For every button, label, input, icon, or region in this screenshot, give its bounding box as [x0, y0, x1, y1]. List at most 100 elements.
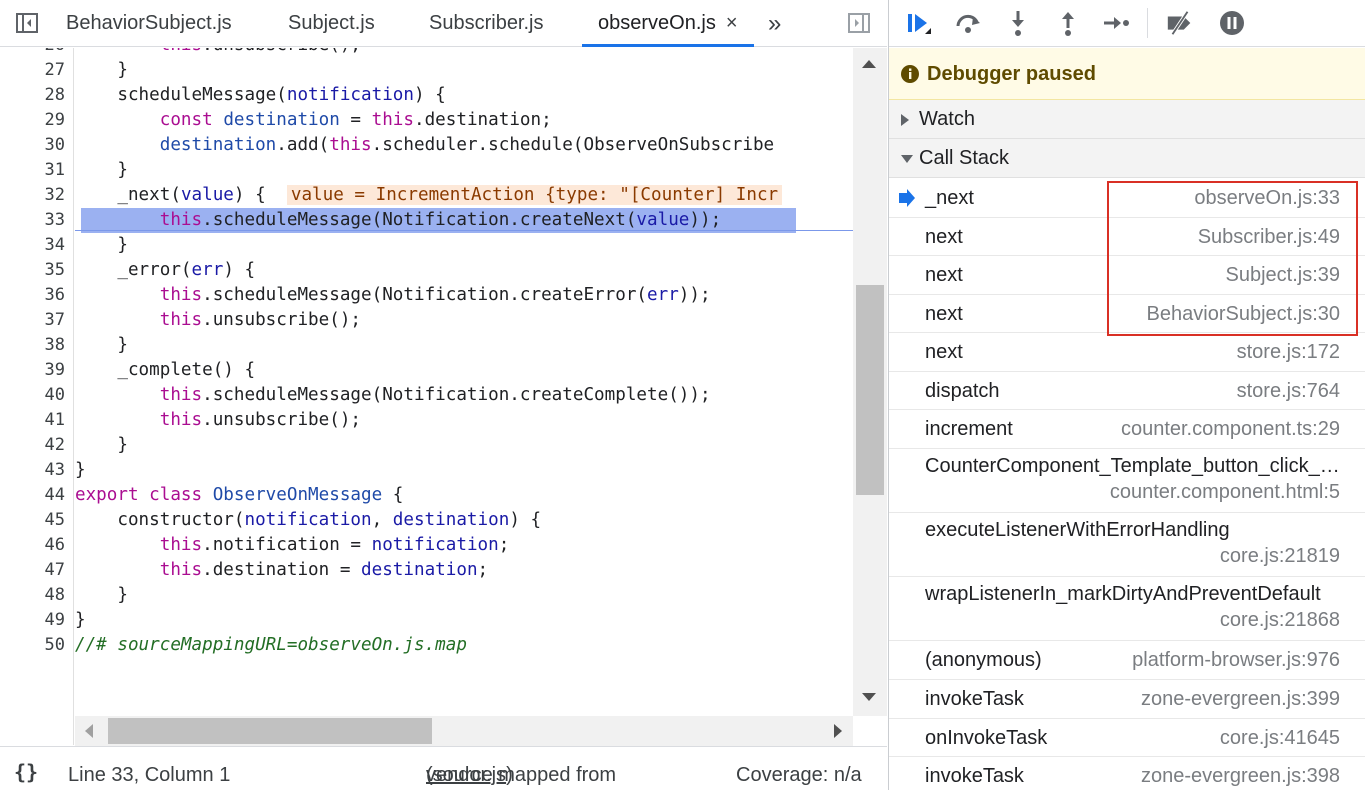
code-line: this.unsubscribe(); — [159, 410, 362, 430]
call-stack-frame[interactable]: CounterComponent_Template_button_click_…… — [889, 449, 1365, 513]
call-stack-frame[interactable]: increment counter.component.ts:29 — [889, 410, 1365, 449]
close-tab-icon[interactable]: × — [726, 12, 738, 34]
line-number[interactable]: 27 — [5, 58, 65, 83]
line-number[interactable]: 48 — [5, 583, 65, 608]
frame-function-name: increment — [925, 418, 1013, 440]
line-number[interactable]: 34 — [5, 233, 65, 258]
code-line: export class ObserveOnMessage { — [75, 485, 404, 505]
line-number[interactable]: 37 — [5, 308, 65, 333]
code-line: } — [75, 235, 128, 255]
code-line: } — [75, 460, 86, 480]
annotation-highlight-box — [1107, 181, 1358, 336]
frame-function-name: next — [925, 226, 963, 248]
line-number[interactable]: 41 — [5, 408, 65, 433]
frame-location: core.js:21868 — [1219, 609, 1340, 631]
info-icon — [901, 65, 919, 83]
watch-section-header[interactable]: Watch — [889, 100, 1365, 139]
code-area[interactable]: this.unsubscribe(); } scheduleMessage(no… — [75, 48, 853, 716]
scroll-right-icon[interactable] — [834, 724, 842, 738]
code-line: } — [75, 585, 128, 605]
code-line: } — [75, 435, 128, 455]
line-number[interactable]: 26 — [5, 48, 65, 58]
line-number[interactable]: 46 — [5, 533, 65, 558]
line-number-gutter[interactable]: 2627282930313233343536373839404142434445… — [0, 48, 74, 745]
frame-location: zone-evergreen.js:399 — [1140, 688, 1340, 710]
line-number[interactable]: 42 — [5, 433, 65, 458]
tab-subject[interactable]: Subject.js — [288, 0, 375, 47]
line-number[interactable]: 38 — [5, 333, 65, 358]
frame-location: counter.component.html:5 — [1109, 481, 1340, 503]
line-number[interactable]: 40 — [5, 383, 65, 408]
line-number[interactable]: 28 — [5, 83, 65, 108]
line-number[interactable]: 32 — [5, 183, 65, 208]
step-over-icon[interactable] — [953, 8, 983, 38]
frame-location: platform-browser.js:976 — [1132, 649, 1340, 671]
code-line: this.unsubscribe(); — [159, 310, 362, 330]
line-number[interactable]: 43 — [5, 458, 65, 483]
call-stack-frame[interactable]: (anonymous) platform-browser.js:976 — [889, 641, 1365, 680]
deactivate-breakpoints-icon[interactable] — [1165, 8, 1195, 38]
call-stack-frame[interactable]: executeListenerWithErrorHandling core.js:… — [889, 513, 1365, 577]
debugger-sidebar: Debugger paused Watch Call Stack _next ob… — [888, 0, 1365, 790]
code-line: this.destination = destination; — [159, 560, 489, 580]
toggle-debugger-icon[interactable] — [846, 10, 872, 36]
code-line: _next(value) { value = IncrementAction {… — [75, 183, 853, 208]
scroll-down-icon[interactable] — [862, 693, 876, 701]
frame-function-name: invokeTask — [925, 765, 1024, 787]
line-number[interactable]: 33 — [5, 208, 65, 233]
call-stack-frame[interactable]: invokeTask zone-evergreen.js:399 — [889, 680, 1365, 719]
line-number[interactable]: 35 — [5, 258, 65, 283]
frame-function-name: next — [925, 264, 963, 286]
code-line: _error(err) { — [75, 260, 256, 280]
code-line: } — [75, 60, 128, 80]
call-stack-section-header[interactable]: Call Stack — [889, 139, 1365, 178]
resume-icon[interactable] — [903, 8, 933, 38]
toolbar-divider — [1147, 8, 1148, 38]
line-number[interactable]: 50 — [5, 633, 65, 658]
frame-function-name: (anonymous) — [925, 649, 1042, 671]
call-stack-frame[interactable]: onInvokeTask core.js:41645 — [889, 719, 1365, 757]
code-line: } — [75, 610, 86, 630]
line-number[interactable]: 47 — [5, 558, 65, 583]
tab-subscriber[interactable]: Subscriber.js — [429, 0, 544, 47]
vertical-scroll-thumb[interactable] — [856, 285, 884, 495]
source-map-info: (source mapped from vendor.js) — [426, 764, 617, 786]
collapse-arrow-icon — [901, 155, 913, 163]
frame-location: store.js:764 — [1236, 380, 1340, 402]
coverage-status: Coverage: n/a — [736, 764, 862, 786]
frame-function-name: next — [925, 341, 963, 363]
code-line: //# sourceMappingURL=observeOn.js.map — [75, 635, 467, 655]
horizontal-scroll-thumb[interactable] — [108, 718, 432, 744]
code-line: this.scheduleMessage(Notification.create… — [159, 385, 711, 405]
line-number[interactable]: 30 — [5, 133, 65, 158]
call-stack-frame[interactable]: next store.js:172 — [889, 333, 1365, 372]
step-into-icon[interactable] — [1003, 8, 1033, 38]
step-icon[interactable] — [1101, 8, 1131, 38]
more-tabs-icon[interactable]: » — [768, 0, 781, 47]
line-number[interactable]: 39 — [5, 358, 65, 383]
editor-tab-bar: BehaviorSubject.js Subject.js Subscriber… — [0, 0, 887, 47]
toggle-navigator-icon[interactable] — [14, 10, 40, 36]
scroll-up-icon[interactable] — [862, 60, 876, 68]
cursor-position: Line 33, Column 1 — [68, 764, 231, 786]
scroll-left-icon[interactable] — [85, 724, 93, 738]
call-stack-frame[interactable]: dispatch store.js:764 — [889, 372, 1365, 410]
code-line: } — [75, 160, 128, 180]
frame-location: zone-evergreen.js:398 — [1140, 765, 1340, 787]
pretty-print-icon[interactable]: {} — [14, 747, 38, 790]
pause-on-exceptions-icon[interactable] — [1217, 8, 1247, 38]
editor-status-bar: {} Line 33, Column 1 (source mapped from… — [0, 746, 887, 790]
call-stack-frame[interactable]: wrapListenerIn_markDirtyAndPreventDefaul… — [889, 577, 1365, 641]
line-number[interactable]: 29 — [5, 108, 65, 133]
line-number[interactable]: 36 — [5, 283, 65, 308]
line-number[interactable]: 44 — [5, 483, 65, 508]
frame-function-name: onInvokeTask — [925, 727, 1048, 749]
tab-behaviorsubject[interactable]: BehaviorSubject.js — [66, 0, 232, 47]
line-number[interactable]: 31 — [5, 158, 65, 183]
watch-label: Watch — [919, 108, 975, 130]
step-out-icon[interactable] — [1053, 8, 1083, 38]
line-number[interactable]: 49 — [5, 608, 65, 633]
line-number[interactable]: 45 — [5, 508, 65, 533]
call-stack-frame[interactable]: invokeTask zone-evergreen.js:398 — [889, 757, 1365, 790]
tab-observeon[interactable]: observeOn.js × — [582, 0, 754, 47]
